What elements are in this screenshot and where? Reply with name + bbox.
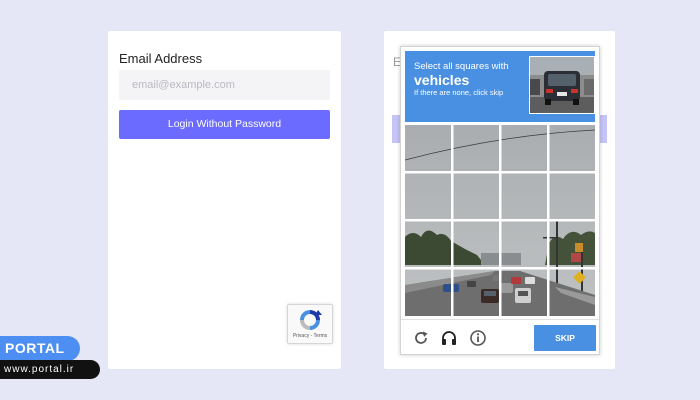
skip-button[interactable]: SKIP xyxy=(534,325,596,351)
captcha-header: Select all squares with vehicles If ther… xyxy=(405,51,595,122)
recaptcha-badge[interactable]: Privacy - Terms xyxy=(287,304,333,344)
recaptcha-logo-icon xyxy=(300,310,322,330)
email-label: Email Address xyxy=(119,51,203,66)
portal-url: www.portal.ir xyxy=(0,360,100,379)
captcha-image-grid xyxy=(405,125,595,316)
captcha-skip-hint: If there are none, click skip xyxy=(414,88,504,97)
login-card: Email Address email@example.com Login Wi… xyxy=(108,31,341,369)
info-icon[interactable] xyxy=(469,329,487,347)
headphones-icon[interactable] xyxy=(440,329,458,347)
portal-logo: PORTAL xyxy=(0,336,80,361)
login-without-password-button[interactable]: Login Without Password xyxy=(119,110,330,139)
email-input[interactable]: email@example.com xyxy=(119,70,330,100)
email-placeholder: email@example.com xyxy=(132,79,235,91)
captcha-challenge: Select all squares with vehicles If ther… xyxy=(400,46,600,355)
captcha-sample-image xyxy=(529,56,595,114)
captcha-instruction: Select all squares with xyxy=(414,61,509,72)
captcha-target-word: vehicles xyxy=(414,72,470,88)
captcha-toolbar: SKIP xyxy=(401,319,599,355)
reload-icon[interactable] xyxy=(412,329,430,347)
recaptcha-terms[interactable]: Privacy - Terms xyxy=(288,333,332,339)
